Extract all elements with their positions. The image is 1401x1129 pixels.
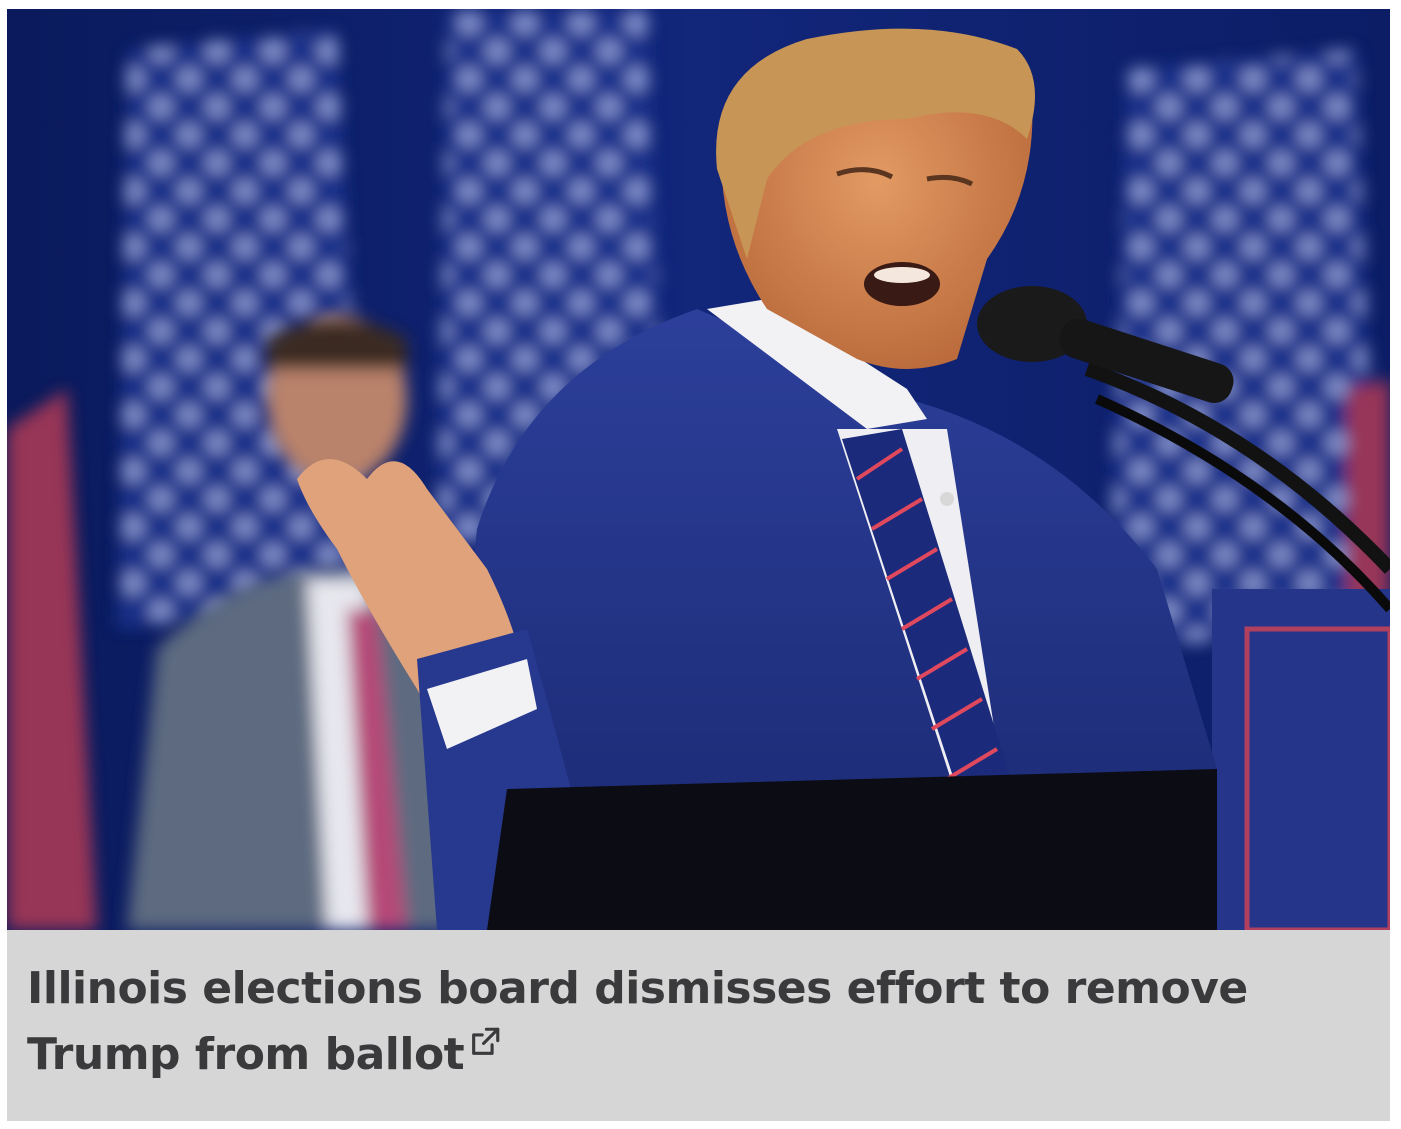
- caption-area: Illinois elections board dismisses effor…: [7, 930, 1390, 1121]
- news-card[interactable]: Illinois elections board dismisses effor…: [7, 9, 1390, 1121]
- headline-text[interactable]: Illinois elections board dismisses effor…: [27, 963, 1248, 1080]
- headline-link[interactable]: Illinois elections board dismisses effor…: [27, 956, 1370, 1088]
- external-link-icon[interactable]: [468, 1025, 502, 1059]
- photo-illustration: [7, 9, 1390, 930]
- article-photo[interactable]: [7, 9, 1390, 930]
